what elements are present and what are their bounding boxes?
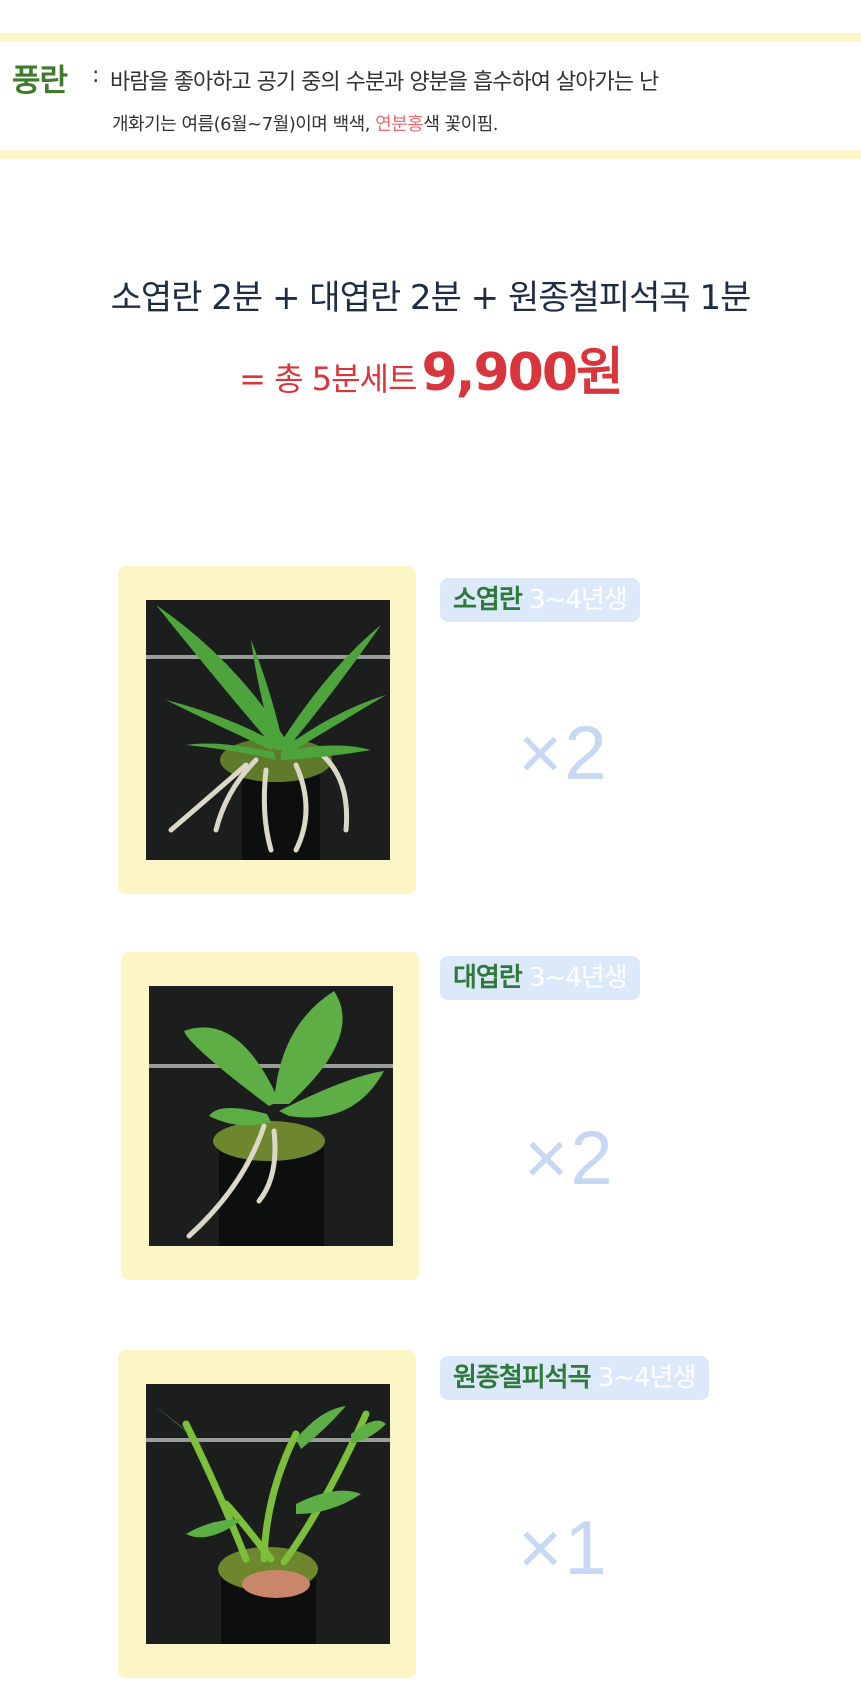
intro-line2-text: 개화기는 여름(6월~7월)이며 백색, bbox=[112, 114, 376, 135]
set-composition: 소엽란 2분 + 대엽란 2분 + 원종철피석곡 1분 bbox=[110, 278, 752, 318]
product-quantity-2: ×2 bbox=[524, 1116, 615, 1201]
product-label-3: 원종철피석곡 3~4년생 bbox=[440, 1356, 709, 1400]
product-label-1: 소엽란 3~4년생 bbox=[440, 578, 640, 622]
intro-colon: : bbox=[92, 63, 100, 88]
intro-text-line1: 바람을 좋아하고 공기 중의 수분과 양분을 흡수하여 살아가는 난 bbox=[110, 70, 659, 95]
intro-text-line2: 개화기는 여름(6월~7월)이며 백색, 연분홍색 꽃이핌. bbox=[112, 110, 499, 136]
intro-line2-highlight: 연분홍 bbox=[375, 114, 424, 135]
set-price: 9,900원 bbox=[421, 343, 624, 403]
orchid-photo-dendrobium-icon bbox=[146, 1384, 390, 1644]
orchid-photo-small-leaf-icon bbox=[146, 600, 390, 860]
top-divider-band bbox=[0, 33, 861, 42]
orchid-photo-large-leaf-icon bbox=[149, 986, 393, 1246]
product-age-1: 3~4년생 bbox=[529, 585, 628, 615]
intro-title: 풍란 bbox=[12, 63, 68, 99]
product-photo-frame-2 bbox=[121, 952, 419, 1280]
bottom-divider-band bbox=[0, 150, 861, 159]
product-quantity-3: ×1 bbox=[518, 1506, 609, 1591]
product-quantity-1: ×2 bbox=[518, 711, 609, 796]
product-name-2: 대엽란 bbox=[453, 963, 523, 993]
set-total-label: = 총 5분세트 bbox=[239, 360, 417, 398]
product-name-3: 원종철피석곡 bbox=[453, 1363, 592, 1393]
product-photo-frame-3 bbox=[118, 1350, 416, 1678]
product-name-1: 소엽란 bbox=[453, 585, 523, 615]
product-photo-frame-1 bbox=[118, 566, 416, 894]
intro-line2-end: 색 꽃이핌. bbox=[423, 114, 499, 135]
set-price-line: = 총 5분세트 9,900원 bbox=[0, 330, 861, 405]
product-age-3: 3~4년생 bbox=[597, 1363, 697, 1393]
product-age-2: 3~4년생 bbox=[529, 963, 628, 993]
product-label-2: 대엽란 3~4년생 bbox=[440, 956, 640, 1000]
